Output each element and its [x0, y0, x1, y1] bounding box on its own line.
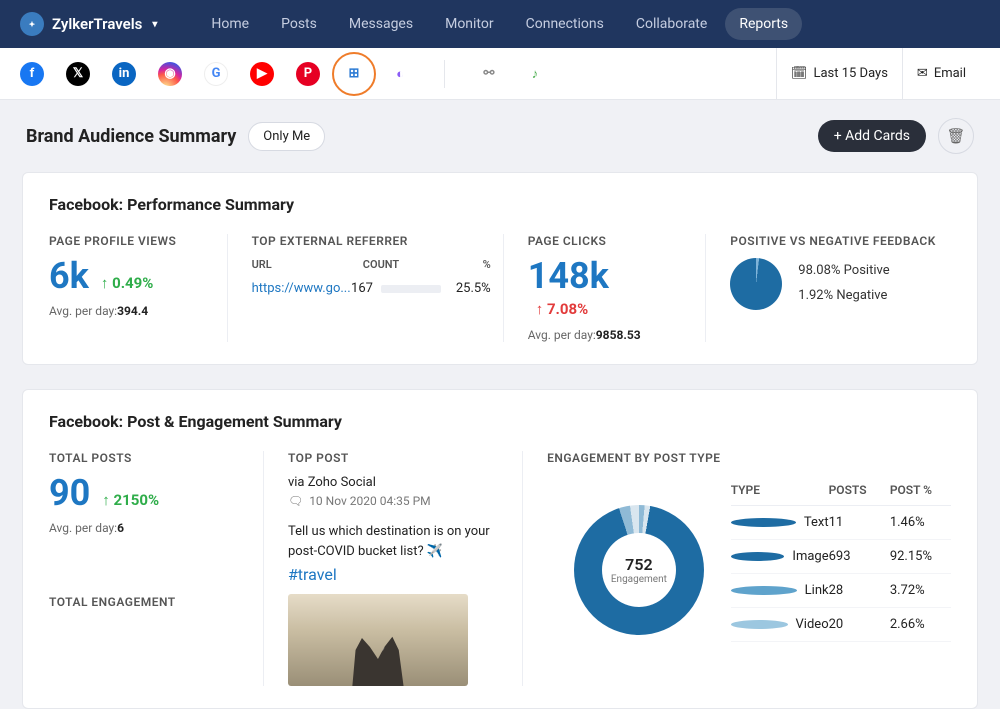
trend-up: ↑ 2150%	[102, 491, 159, 509]
engagement-table: TYPEPOSTSPOST % Text111.46%Image69392.15…	[731, 475, 951, 642]
email-label: Email	[934, 66, 966, 81]
social-icons: f 𝕏 in ◉ G ▶ P ⊞ ◐ ⚯ ♪	[20, 60, 547, 88]
legend-dot-icon	[731, 552, 785, 561]
page-clicks-value: 148k	[528, 258, 609, 294]
google-icon[interactable]: G	[204, 62, 228, 86]
brand-name: ZylkerTravels	[52, 15, 142, 33]
top-post-hashtag[interactable]: #travel	[288, 565, 510, 584]
avg-per-day: Avg. per day:6	[49, 521, 251, 535]
negative-feedback: 1.92% Negative	[798, 284, 889, 309]
scope-pill[interactable]: Only Me	[248, 122, 325, 151]
post-engagement-card: Facebook: Post & Engagement Summary TOTA…	[22, 389, 978, 709]
nav-monitor[interactable]: Monitor	[431, 8, 508, 40]
x-icon[interactable]: 𝕏	[66, 62, 90, 86]
metric-label: POSITIVE VS NEGATIVE FEEDBACK	[730, 234, 951, 248]
facebook-icon[interactable]: f	[20, 62, 44, 86]
metric-label: TOP EXTERNAL REFERRER	[252, 234, 491, 248]
brand-logo-icon: ✦	[20, 12, 44, 36]
comment-icon: 🗨	[288, 494, 303, 508]
card-title: Facebook: Performance Summary	[49, 195, 951, 214]
metric-label: PAGE CLICKS	[528, 234, 694, 248]
date-range-label: Last 15 Days	[813, 66, 887, 81]
nav-collaborate[interactable]: Collaborate	[622, 8, 721, 40]
brand-switcher[interactable]: ✦ ZylkerTravels ▾	[20, 12, 157, 36]
engagement-row: Image69392.15%	[731, 540, 951, 574]
linkedin-icon[interactable]: in	[112, 62, 136, 86]
total-posts-value: 90	[49, 475, 90, 511]
legend-dot-icon	[731, 518, 796, 527]
top-post-date: 🗨10 Nov 2020 04:35 PM	[288, 494, 510, 508]
donut-total: 752	[625, 555, 652, 574]
metric-label: PAGE PROFILE VIEWS	[49, 234, 215, 248]
referrer-bar	[381, 285, 441, 293]
mail-icon: ✉	[917, 66, 928, 81]
swirl-icon[interactable]: ◐	[388, 62, 412, 86]
page-header: Brand Audience Summary Only Me + Add Car…	[0, 100, 1000, 172]
metric-label: TOTAL POSTS	[49, 451, 251, 465]
add-cards-button[interactable]: + Add Cards	[818, 120, 926, 152]
avg-per-day: Avg. per day:9858.53	[528, 328, 694, 342]
trend-down: ↑ 7.08%	[536, 300, 694, 318]
top-post-image[interactable]	[288, 594, 468, 686]
positive-feedback: 98.08% Positive	[798, 259, 889, 284]
page-title: Brand Audience Summary	[26, 126, 236, 147]
nav-messages[interactable]: Messages	[335, 8, 427, 40]
metric-label: TOTAL ENGAGEMENT	[49, 595, 251, 609]
engagement-row: Link283.72%	[731, 574, 951, 608]
top-post-text: Tell us which destination is on your pos…	[288, 522, 510, 561]
trend-up: ↑ 0.49%	[101, 274, 154, 292]
card-title: Facebook: Post & Engagement Summary	[49, 412, 951, 431]
referrer-row: https://www.go... 167 25.5%	[252, 281, 491, 296]
performance-summary-card: Facebook: Performance Summary PAGE PROFI…	[22, 172, 978, 365]
main-nav: HomePostsMessagesMonitorConnectionsColla…	[197, 8, 802, 40]
channel-bar: f 𝕏 in ◉ G ▶ P ⊞ ◐ ⚯ ♪ 🗓 Last 15 Days ✉ …	[0, 48, 1000, 100]
grid-icon[interactable]: ⊞	[342, 62, 366, 86]
delete-button[interactable]: 🗑	[938, 118, 974, 154]
engagement-donut-chart: 752 Engagement	[574, 505, 704, 635]
link-icon[interactable]: ⚯	[477, 62, 501, 86]
email-button[interactable]: ✉ Email	[902, 48, 980, 100]
top-nav: ✦ ZylkerTravels ▾ HomePostsMessagesMonit…	[0, 0, 1000, 48]
youtube-icon[interactable]: ▶	[250, 62, 274, 86]
pinterest-icon[interactable]: P	[296, 62, 320, 86]
date-range-button[interactable]: 🗓 Last 15 Days	[776, 48, 902, 100]
chevron-down-icon: ▾	[152, 19, 157, 30]
donut-label: Engagement	[611, 574, 667, 585]
instagram-icon[interactable]: ◉	[158, 62, 182, 86]
referrer-table-head: URLCOUNT%	[252, 258, 491, 271]
feedback-pie-chart	[730, 258, 782, 310]
calendar-icon: 🗓	[791, 66, 808, 81]
engagement-row: Text111.46%	[731, 506, 951, 540]
trash-icon: 🗑	[946, 127, 965, 145]
metric-label: ENGAGEMENT BY POST TYPE	[547, 451, 951, 465]
page-profile-views-value: 6k	[49, 258, 89, 294]
metric-label: TOP POST	[288, 451, 510, 465]
engagement-row: Video202.66%	[731, 608, 951, 642]
divider	[444, 60, 445, 88]
nav-connections[interactable]: Connections	[512, 8, 618, 40]
leaf-icon[interactable]: ♪	[523, 62, 547, 86]
legend-dot-icon	[731, 620, 788, 629]
nav-reports[interactable]: Reports	[725, 8, 802, 40]
legend-dot-icon	[731, 586, 797, 595]
nav-home[interactable]: Home	[197, 8, 263, 40]
top-post-via: via Zoho Social	[288, 475, 510, 490]
nav-posts[interactable]: Posts	[267, 8, 331, 40]
avg-per-day: Avg. per day:394.4	[49, 304, 215, 318]
referrer-url[interactable]: https://www.go...	[252, 281, 351, 296]
